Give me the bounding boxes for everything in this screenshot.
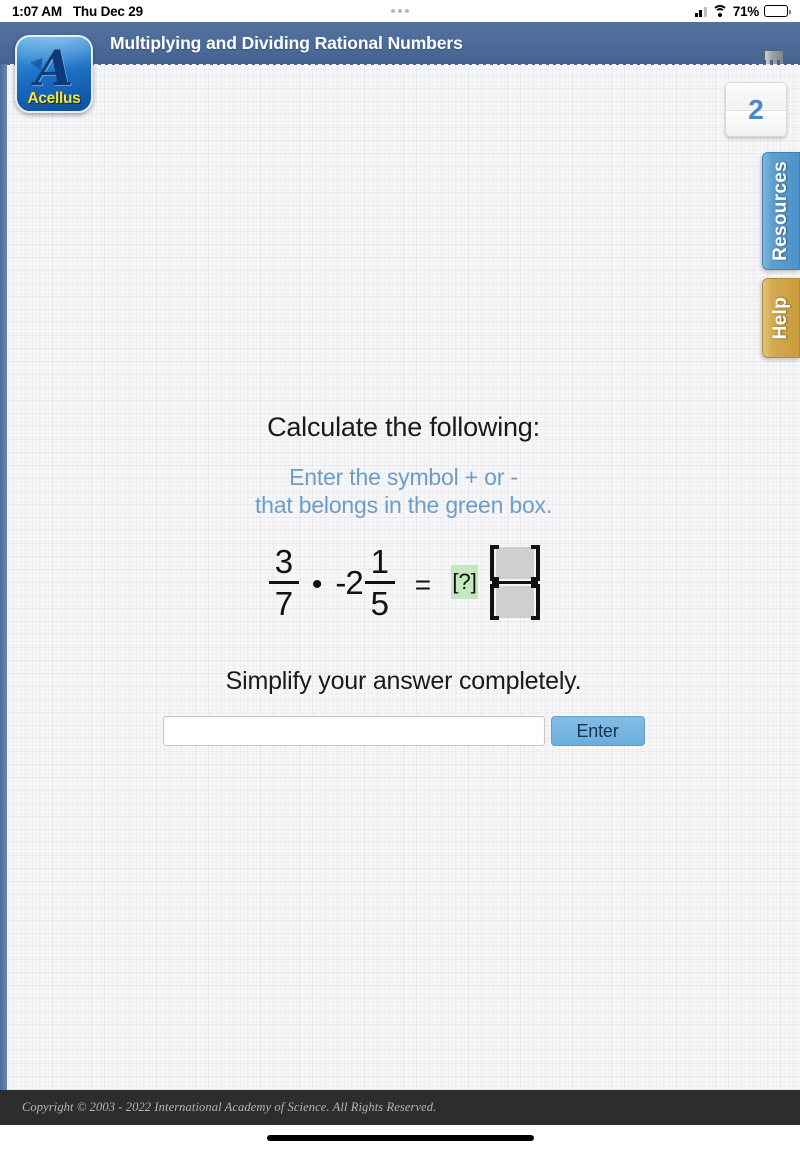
- mixed-number-whole: -2: [335, 563, 363, 601]
- instruction-line-2: that belongs in the green box.: [254, 492, 553, 518]
- logo-letter-a: A: [34, 39, 74, 97]
- answer-numerator-box[interactable]: [490, 545, 541, 581]
- question-instruction: Enter the symbol + or - that belongs in …: [255, 463, 552, 519]
- equals-sign: =: [414, 568, 432, 600]
- mixed-number-numerator: 1: [370, 543, 389, 580]
- simplify-note: Simplify your answer completely.: [225, 667, 582, 695]
- mixed-number: -2 1 5: [335, 543, 395, 622]
- status-date: Thu Dec 29: [72, 3, 143, 19]
- answer-denominator-box[interactable]: [490, 584, 541, 620]
- status-bar-right: 71%: [694, 3, 791, 19]
- left-fraction-numerator: 3: [274, 543, 294, 580]
- acellus-logo[interactable]: A Acellus: [15, 35, 93, 113]
- sign-placeholder-box[interactable]: [?]: [451, 564, 479, 599]
- home-indicator-area: [0, 1125, 800, 1151]
- help-tab[interactable]: Help: [762, 278, 800, 358]
- answer-row: Enter: [162, 716, 645, 746]
- help-tab-label: Help: [770, 296, 791, 340]
- home-indicator[interactable]: [266, 1135, 534, 1141]
- copyright-text: Copyright © 2003 - 2022 International Ac…: [22, 1100, 437, 1114]
- status-bar-left: 1:07 AM Thu Dec 29: [12, 4, 143, 19]
- resources-tab-label: Resources: [770, 161, 791, 261]
- left-fraction-bar: [268, 581, 299, 584]
- enter-button[interactable]: Enter: [550, 716, 645, 746]
- wifi-icon: [711, 5, 728, 17]
- app-screen: 1:07 AM Thu Dec 29 71% Multiplying and D…: [0, 0, 800, 1151]
- math-expression: 3 7 • -2 1 5 = [?]: [268, 543, 541, 622]
- logo-wordmark: Acellus: [27, 90, 81, 107]
- mixed-number-fraction: 1 5: [364, 543, 395, 622]
- answer-input[interactable]: [162, 716, 545, 746]
- dynamic-island-dots-icon: [391, 9, 409, 13]
- problem-counter-value: 2: [748, 93, 764, 125]
- battery-percent-label: 71%: [732, 3, 759, 19]
- answer-fraction: [490, 545, 541, 620]
- ios-status-bar: 1:07 AM Thu Dec 29 71%: [0, 0, 800, 22]
- page-footer: Copyright © 2003 - 2022 International Ac…: [0, 1090, 800, 1125]
- mixed-number-bar: [364, 581, 395, 584]
- cellular-signal-icon: [694, 6, 707, 17]
- instruction-line-1: Enter the symbol + or -: [289, 464, 518, 490]
- battery-icon: [764, 5, 791, 17]
- left-fraction: 3 7: [268, 543, 299, 622]
- status-time: 1:07 AM: [12, 3, 62, 19]
- question-content: Calculate the following: Enter the symbo…: [7, 64, 800, 1090]
- resources-tab[interactable]: Resources: [762, 152, 800, 270]
- header-perforation: [0, 60, 800, 65]
- left-rail: [0, 64, 7, 1090]
- lesson-title: Multiplying and Dividing Rational Number…: [110, 32, 463, 53]
- left-fraction-denominator: 7: [274, 585, 294, 622]
- multiplication-operator: •: [311, 567, 323, 601]
- mixed-number-denominator: 5: [370, 585, 389, 622]
- app-header: Multiplying and Dividing Rational Number…: [0, 22, 800, 80]
- question-prompt: Calculate the following:: [267, 412, 540, 442]
- problem-counter: 2: [725, 82, 787, 137]
